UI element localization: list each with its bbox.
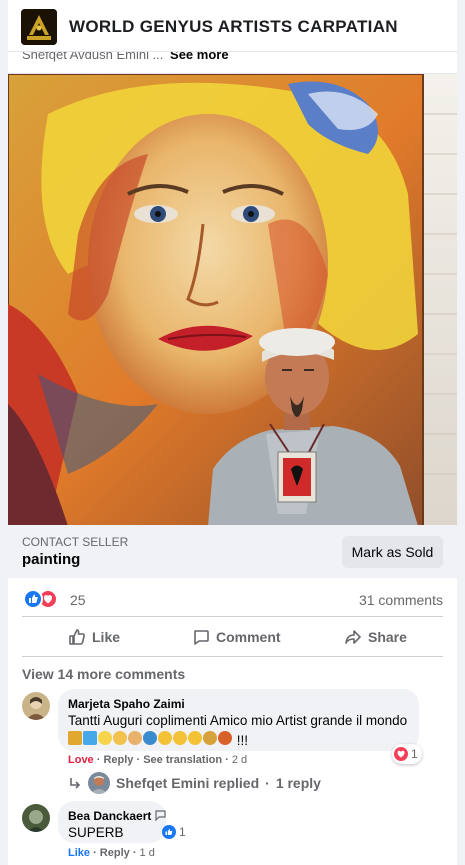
comment-text: Tantti Auguri coplimenti Amico mio Artis… bbox=[68, 712, 408, 750]
comment-text: SUPERB bbox=[68, 825, 124, 840]
emoji-sequence: !!! bbox=[68, 731, 249, 748]
comment-time[interactable]: 2 d bbox=[232, 754, 247, 766]
comment-icon bbox=[194, 630, 209, 645]
view-replies[interactable]: Shefqet Emini replied · 1 reply bbox=[68, 771, 321, 795]
share-icon bbox=[345, 630, 361, 644]
divider bbox=[22, 656, 443, 657]
clap-icon bbox=[188, 731, 202, 745]
comment-author[interactable]: Marjeta Spaho Zaimi bbox=[68, 697, 185, 711]
comment-reaction-count: 1 bbox=[179, 825, 186, 839]
mark-as-sold-button[interactable]: Mark as Sold bbox=[342, 536, 443, 568]
comment-actions: Love · Reply · See translation · 2 d bbox=[68, 754, 248, 766]
divider bbox=[22, 616, 443, 617]
reaction-count: 25 bbox=[70, 592, 86, 608]
medal-icon bbox=[203, 731, 217, 745]
avatar[interactable] bbox=[22, 692, 50, 720]
avatar[interactable] bbox=[22, 804, 50, 832]
love-icon bbox=[394, 747, 408, 761]
reply-count: 1 reply bbox=[275, 775, 321, 791]
reply-link[interactable]: Reply bbox=[103, 754, 133, 766]
comment-label: Comment bbox=[216, 629, 281, 645]
reply-link[interactable]: Reply bbox=[100, 847, 130, 859]
listing-title: painting bbox=[22, 551, 81, 568]
post-card: WORLD GENYUS ARTISTS CARPATIAN Shefqet A… bbox=[8, 0, 457, 865]
comment-actions: Like · Reply · 1 d bbox=[68, 847, 155, 859]
group-header: WORLD GENYUS ARTISTS CARPATIAN bbox=[8, 0, 457, 52]
like-button[interactable]: Like bbox=[68, 624, 120, 650]
group-logo[interactable] bbox=[21, 9, 57, 45]
medal-icon bbox=[218, 731, 232, 745]
group-name[interactable]: WORLD GENYUS ARTISTS CARPATIAN bbox=[69, 17, 398, 37]
replied-author: Shefqet Emini replied bbox=[116, 775, 260, 791]
clap-icon bbox=[173, 731, 187, 745]
like-love-icon bbox=[23, 589, 58, 609]
like-icon bbox=[162, 825, 176, 839]
comment-count[interactable]: 31 comments bbox=[359, 592, 443, 608]
comment-button[interactable]: Comment bbox=[192, 624, 281, 650]
comment-reaction-count: 1 bbox=[411, 747, 418, 761]
sparkle-icon bbox=[98, 731, 112, 745]
like-label: Like bbox=[92, 629, 121, 645]
thumbs-up-icon bbox=[69, 629, 85, 645]
listing-bar: CONTACT SELLER painting Mark as Sold bbox=[8, 525, 457, 578]
globe-icon bbox=[143, 731, 157, 745]
see-translation-link[interactable]: See translation bbox=[143, 754, 222, 766]
view-more-comments-link[interactable]: View 14 more comments bbox=[22, 666, 185, 682]
comment-author[interactable]: Bea Danckaert bbox=[68, 809, 166, 823]
emoji-trailing-text: !!! bbox=[236, 733, 249, 748]
share-label: Share bbox=[368, 629, 407, 645]
contact-seller-label[interactable]: CONTACT SELLER bbox=[22, 535, 128, 549]
comment-author-name: Bea Danckaert bbox=[68, 809, 152, 823]
comment-reaction-badge[interactable]: 1 bbox=[160, 822, 190, 842]
reply-arrow-icon bbox=[70, 778, 81, 789]
palette-icon bbox=[128, 731, 142, 745]
reaction-link[interactable]: Like bbox=[68, 847, 90, 859]
share-button[interactable]: Share bbox=[344, 624, 407, 650]
avatar bbox=[88, 772, 110, 794]
hand-icon bbox=[113, 731, 127, 745]
comment-reaction-badge[interactable]: 1 bbox=[392, 744, 422, 764]
message-badge-icon bbox=[155, 810, 166, 822]
clap-icon bbox=[158, 731, 172, 745]
comment-time[interactable]: 1 d bbox=[140, 847, 155, 859]
gem-icon bbox=[83, 731, 97, 745]
trophy-icon bbox=[68, 731, 82, 745]
comment-body: Tantti Auguri coplimenti Amico mio Artis… bbox=[68, 713, 408, 728]
reaction-link[interactable]: Love bbox=[68, 754, 94, 766]
post-photo[interactable] bbox=[8, 73, 457, 525]
